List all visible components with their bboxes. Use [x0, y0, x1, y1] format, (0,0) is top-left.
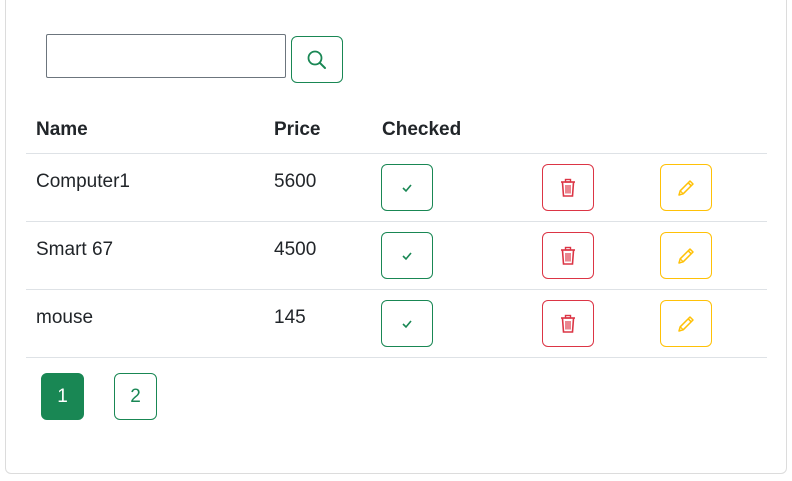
pencil-icon	[678, 315, 694, 332]
row-price: 5600	[274, 171, 317, 192]
row-divider	[26, 221, 767, 222]
row-price: 4500	[274, 239, 317, 260]
check-button[interactable]	[381, 232, 433, 279]
pencil-icon	[678, 247, 694, 264]
search-icon	[307, 50, 326, 69]
trash-icon	[561, 246, 575, 265]
search-button[interactable]	[291, 36, 343, 83]
delete-button[interactable]	[542, 232, 594, 279]
edit-button[interactable]	[660, 300, 712, 347]
edit-button[interactable]	[660, 164, 712, 211]
pencil-icon	[678, 179, 694, 196]
check-button[interactable]	[381, 164, 433, 211]
column-header-price: Price	[274, 119, 321, 140]
header-divider	[26, 153, 767, 154]
check-icon	[402, 251, 412, 260]
row-name: mouse	[36, 307, 94, 328]
delete-button[interactable]	[542, 164, 594, 211]
check-icon	[402, 319, 412, 328]
trash-icon	[561, 178, 575, 197]
page-button-1[interactable]: 1	[41, 373, 84, 420]
delete-button[interactable]	[542, 300, 594, 347]
search-input[interactable]	[46, 34, 286, 78]
row-name: Computer1	[36, 171, 130, 192]
check-icon	[402, 183, 412, 192]
trash-icon	[561, 314, 575, 333]
row-divider	[26, 357, 767, 358]
row-price: 145	[274, 307, 306, 328]
edit-button[interactable]	[660, 232, 712, 279]
row-name: Smart 67	[36, 239, 114, 260]
column-header-name: Name	[36, 119, 88, 140]
page-button-2[interactable]: 2	[114, 373, 157, 420]
row-divider	[26, 289, 767, 290]
column-header-checked: Checked	[382, 119, 462, 140]
check-button[interactable]	[381, 300, 433, 347]
